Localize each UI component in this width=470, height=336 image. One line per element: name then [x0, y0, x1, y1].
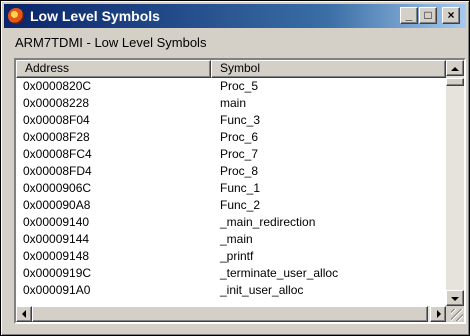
- symbol-cell: _main: [220, 232, 253, 246]
- horizontal-scrollbar[interactable]: [16, 306, 446, 322]
- vertical-scroll-thumb[interactable]: [446, 78, 464, 86]
- vertical-scrollbar[interactable]: [446, 60, 464, 306]
- debugger-app-icon[interactable]: [8, 8, 24, 24]
- scroll-left-button[interactable]: [16, 306, 32, 322]
- address-cell: 0x00008FD4: [23, 164, 92, 178]
- symbol-cell: _printf: [220, 249, 254, 263]
- list-viewport: Address Symbol 0x0000820C Proc_5 0x0000822…: [16, 60, 446, 306]
- list-row[interactable]: 0x00008FC4 Proc_7: [16, 146, 446, 163]
- up-arrow-icon: [451, 67, 459, 71]
- list-header: Address Symbol: [16, 60, 446, 78]
- list-row[interactable]: 0x0000906C Func_1: [16, 180, 446, 197]
- title-bar[interactable]: Low Level Symbols _ □ ×: [4, 4, 466, 28]
- list-row[interactable]: 0x00008F04 Func_3: [16, 112, 446, 129]
- symbol-cell: Proc_5: [220, 79, 259, 93]
- left-arrow-icon: [22, 310, 26, 318]
- list-row[interactable]: 0x00009140 _main_redirection: [16, 214, 446, 231]
- list-row[interactable]: 0x0000919C _terminate_user_alloc: [16, 265, 446, 282]
- symbol-cell: _main_redirection: [220, 215, 316, 229]
- symbol-cell: Func_3: [220, 113, 261, 127]
- column-header-address[interactable]: Address: [16, 60, 211, 78]
- window-title: Low Level Symbols: [30, 8, 160, 24]
- column-header-symbol[interactable]: Symbol: [211, 60, 446, 78]
- symbol-cell: Func_2: [220, 198, 261, 212]
- address-cell: 0x00008228: [23, 96, 90, 110]
- symbol-cell: Proc_6: [220, 130, 259, 144]
- close-button[interactable]: ×: [442, 7, 460, 24]
- scrollbar-corner: [446, 306, 464, 322]
- symbol-cell: Proc_7: [220, 147, 259, 161]
- symbol-cell: Proc_8: [220, 164, 259, 178]
- horizontal-scroll-thumb[interactable]: [32, 306, 428, 322]
- low-level-symbols-window: Low Level Symbols _ □ × ARM7TDMI - Low L…: [0, 0, 470, 336]
- list-row[interactable]: 0x00008F28 Proc_6: [16, 129, 446, 146]
- symbol-cell: main: [220, 96, 247, 110]
- scroll-down-button[interactable]: [446, 290, 464, 306]
- address-cell: 0x000091A0: [23, 283, 91, 297]
- target-label: ARM7TDMI - Low Level Symbols: [15, 35, 207, 50]
- list-row[interactable]: 0x00008FD4 Proc_8: [16, 163, 446, 180]
- right-arrow-icon: [437, 310, 441, 318]
- address-cell: 0x0000906C: [23, 181, 92, 195]
- scroll-up-button[interactable]: [446, 60, 464, 76]
- list-row[interactable]: 0x00009148 _printf: [16, 248, 446, 265]
- list-row[interactable]: 0x00009144 _main: [16, 231, 446, 248]
- symbol-cell: _terminate_user_alloc: [220, 266, 339, 280]
- minimize-button[interactable]: _: [400, 7, 418, 24]
- address-cell: 0x00009144: [23, 232, 90, 246]
- symbols-list[interactable]: Address Symbol 0x0000820C Proc_5 0x0000822…: [14, 58, 466, 324]
- address-cell: 0x00008F04: [23, 113, 90, 127]
- address-cell: 0x00009148: [23, 249, 90, 263]
- address-cell: 0x00008F28: [23, 130, 90, 144]
- list-row[interactable]: 0x000090A8 Func_2: [16, 197, 446, 214]
- address-cell: 0x00008FC4: [23, 147, 92, 161]
- address-cell: 0x0000919C: [23, 266, 92, 280]
- list-row[interactable]: 0x000091A0 _init_user_alloc: [16, 282, 446, 299]
- address-cell: 0x0000820C: [23, 79, 92, 93]
- resize-grip-icon[interactable]: [451, 309, 463, 321]
- symbol-cell: Func_1: [220, 181, 261, 195]
- scroll-right-button[interactable]: [430, 306, 446, 322]
- symbol-cell: _init_user_alloc: [220, 283, 304, 297]
- address-cell: 0x000090A8: [23, 198, 91, 212]
- address-cell: 0x00009140: [23, 215, 90, 229]
- list-rows: 0x0000820C Proc_5 0x00008228 main 0x00008F04…: [16, 78, 446, 299]
- maximize-button[interactable]: □: [419, 7, 437, 24]
- list-row[interactable]: 0x00008228 main: [16, 95, 446, 112]
- list-row[interactable]: 0x0000820C Proc_5: [16, 78, 446, 95]
- down-arrow-icon: [451, 297, 459, 301]
